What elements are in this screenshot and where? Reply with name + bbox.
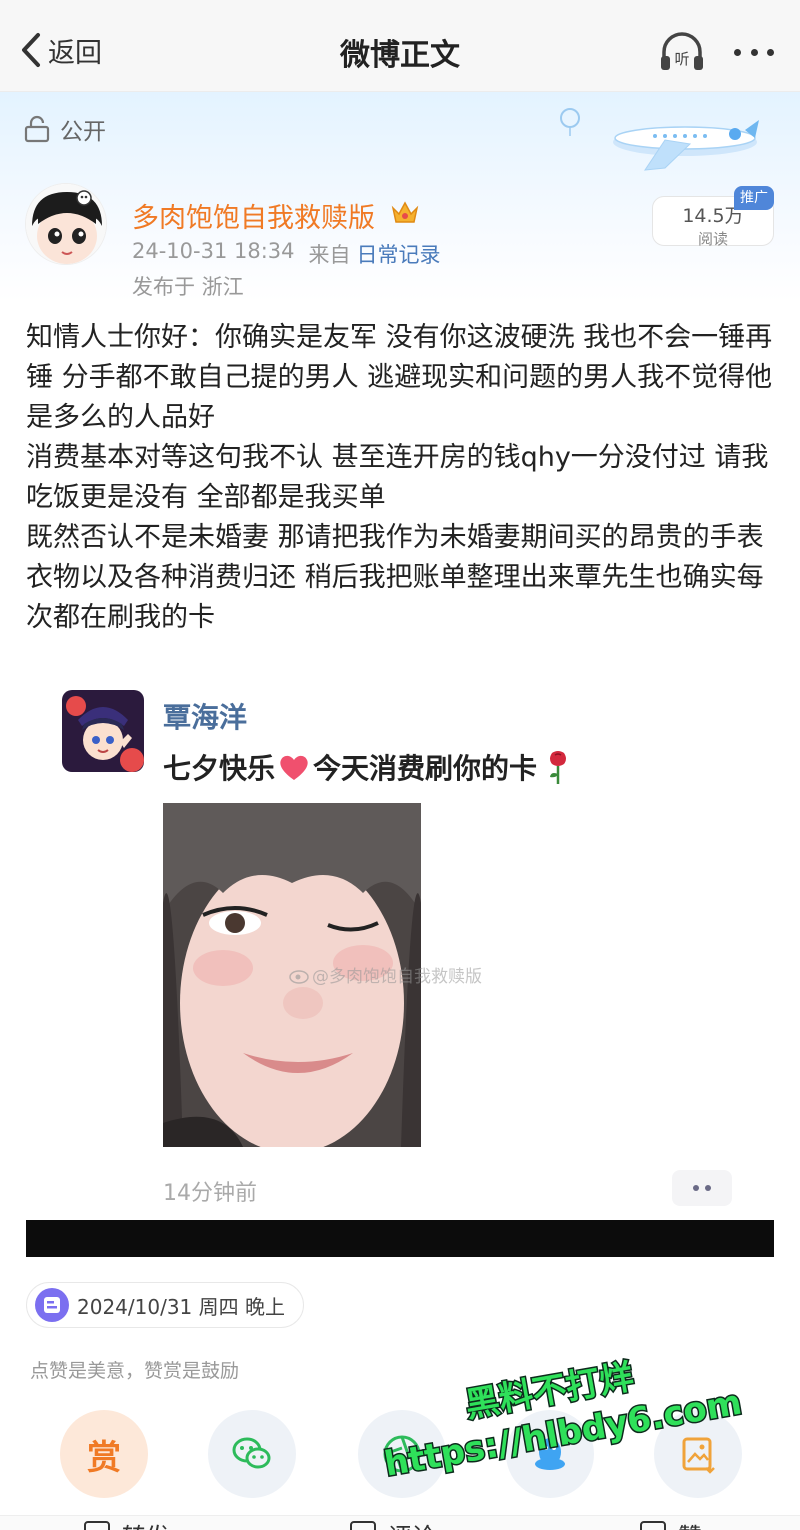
repost-icon xyxy=(84,1521,110,1530)
moments-aperture-icon xyxy=(383,1435,421,1473)
quoted-more-button[interactable] xyxy=(672,1170,732,1206)
date-tag[interactable]: 2024/10/31 周四 晚上 xyxy=(26,1282,304,1328)
repost-label: 转发 xyxy=(122,1517,170,1530)
cartoon-avatar-icon xyxy=(26,184,106,264)
bottom-toolbar: 转发 评论 赞 xyxy=(0,1515,800,1530)
calendar-icon xyxy=(35,1288,69,1322)
reward-note: 点赞是美意，赞赏是鼓励 xyxy=(30,1360,240,1382)
like-button[interactable]: 赞 xyxy=(640,1517,702,1530)
visibility-indicator: 公开 xyxy=(24,112,106,146)
source-link[interactable]: 日常记录 xyxy=(357,239,441,269)
more-dot xyxy=(705,1185,711,1191)
post-time: 24-10-31 18:34 xyxy=(132,239,295,263)
date-text: 2024/10/31 周四 晚上 xyxy=(77,1294,285,1319)
airplane-decoration-icon xyxy=(560,108,759,171)
save-picture-icon xyxy=(682,1437,715,1474)
share-wechat-button[interactable] xyxy=(208,1410,296,1498)
listen-label: 听 xyxy=(674,50,689,68)
like-icon xyxy=(640,1521,666,1530)
back-label: 返回 xyxy=(48,37,102,69)
redaction-bar xyxy=(26,1220,774,1257)
quoted-text-part: 七夕快乐 xyxy=(163,752,276,785)
save-image-button[interactable] xyxy=(654,1410,742,1498)
post-paragraph: 既然否认不是未婚妻 那请把我作为未婚妻期间买的昂贵的手表 衣物以及各种消费归还 … xyxy=(26,522,764,633)
post-paragraph: 消费基本对等这句我不认 甚至连开房的钱qhy一分没付过 请我吃饭更是没有 全部都… xyxy=(26,442,769,513)
top-nav-bar: 返回 微博正文 听 xyxy=(0,0,800,92)
author-avatar[interactable] xyxy=(25,183,107,265)
repost-button[interactable]: 转发 xyxy=(84,1517,170,1530)
quoted-author-avatar[interactable] xyxy=(62,690,144,772)
post-paragraph: 知情人士你好：你确实是友军 没有你这波硬洗 我也不会一锤再锤 分手都不敢自己提的… xyxy=(26,322,773,433)
portrait-photo xyxy=(163,803,421,1147)
quoted-post-text: 七夕快乐 今天消费刷你的卡 xyxy=(163,747,573,787)
more-options-button[interactable] xyxy=(728,30,780,74)
qq-penguin-icon xyxy=(535,1438,565,1470)
headphones-icon: 听 xyxy=(661,32,703,70)
back-button[interactable]: 返回 xyxy=(18,28,102,72)
comment-icon xyxy=(350,1521,376,1530)
post-content: 知情人士你好：你确实是友军 没有你这波硬洗 我也不会一锤再锤 分手都不敢自己提的… xyxy=(26,318,776,638)
comment-label: 评论 xyxy=(388,1517,436,1530)
share-qq-button[interactable] xyxy=(506,1410,594,1498)
post-meta: 24-10-31 18:34 来自 日常记录 xyxy=(132,239,441,269)
more-dot xyxy=(767,48,774,56)
more-dot xyxy=(750,48,758,56)
read-count-label: 阅读 xyxy=(697,230,728,248)
unlock-icon xyxy=(24,115,50,143)
quoted-post-time: 14分钟前 xyxy=(163,1181,257,1206)
source-prefix: 来自 xyxy=(308,243,351,267)
post-location: 发布于 浙江 xyxy=(132,275,244,299)
more-dot xyxy=(693,1185,699,1191)
author-name[interactable]: 多肉饱饱自我救赎版 xyxy=(132,196,375,235)
chevron-left-icon xyxy=(22,33,40,67)
rose-emoji-icon xyxy=(550,751,567,784)
reward-button[interactable]: 赏 xyxy=(60,1410,148,1498)
comment-button[interactable]: 评论 xyxy=(350,1517,436,1530)
crown-badge-icon xyxy=(391,201,419,223)
share-moments-button[interactable] xyxy=(358,1410,446,1498)
promote-badge[interactable]: 推广 xyxy=(734,186,774,210)
reward-label: 赏 xyxy=(87,1437,121,1478)
quoted-author-name[interactable]: 覃海洋 xyxy=(163,696,247,736)
like-label: 赞 xyxy=(678,1517,702,1530)
listen-button[interactable]: 听 xyxy=(656,30,708,74)
quoted-post-photo[interactable] xyxy=(163,803,421,1147)
quoted-text-part: 今天消费刷你的卡 xyxy=(313,752,538,785)
visibility-label: 公开 xyxy=(60,119,106,145)
more-dot xyxy=(734,48,741,56)
heart-emoji-icon xyxy=(280,755,308,780)
anime-avatar-icon xyxy=(62,690,144,772)
wechat-icon xyxy=(232,1437,271,1469)
